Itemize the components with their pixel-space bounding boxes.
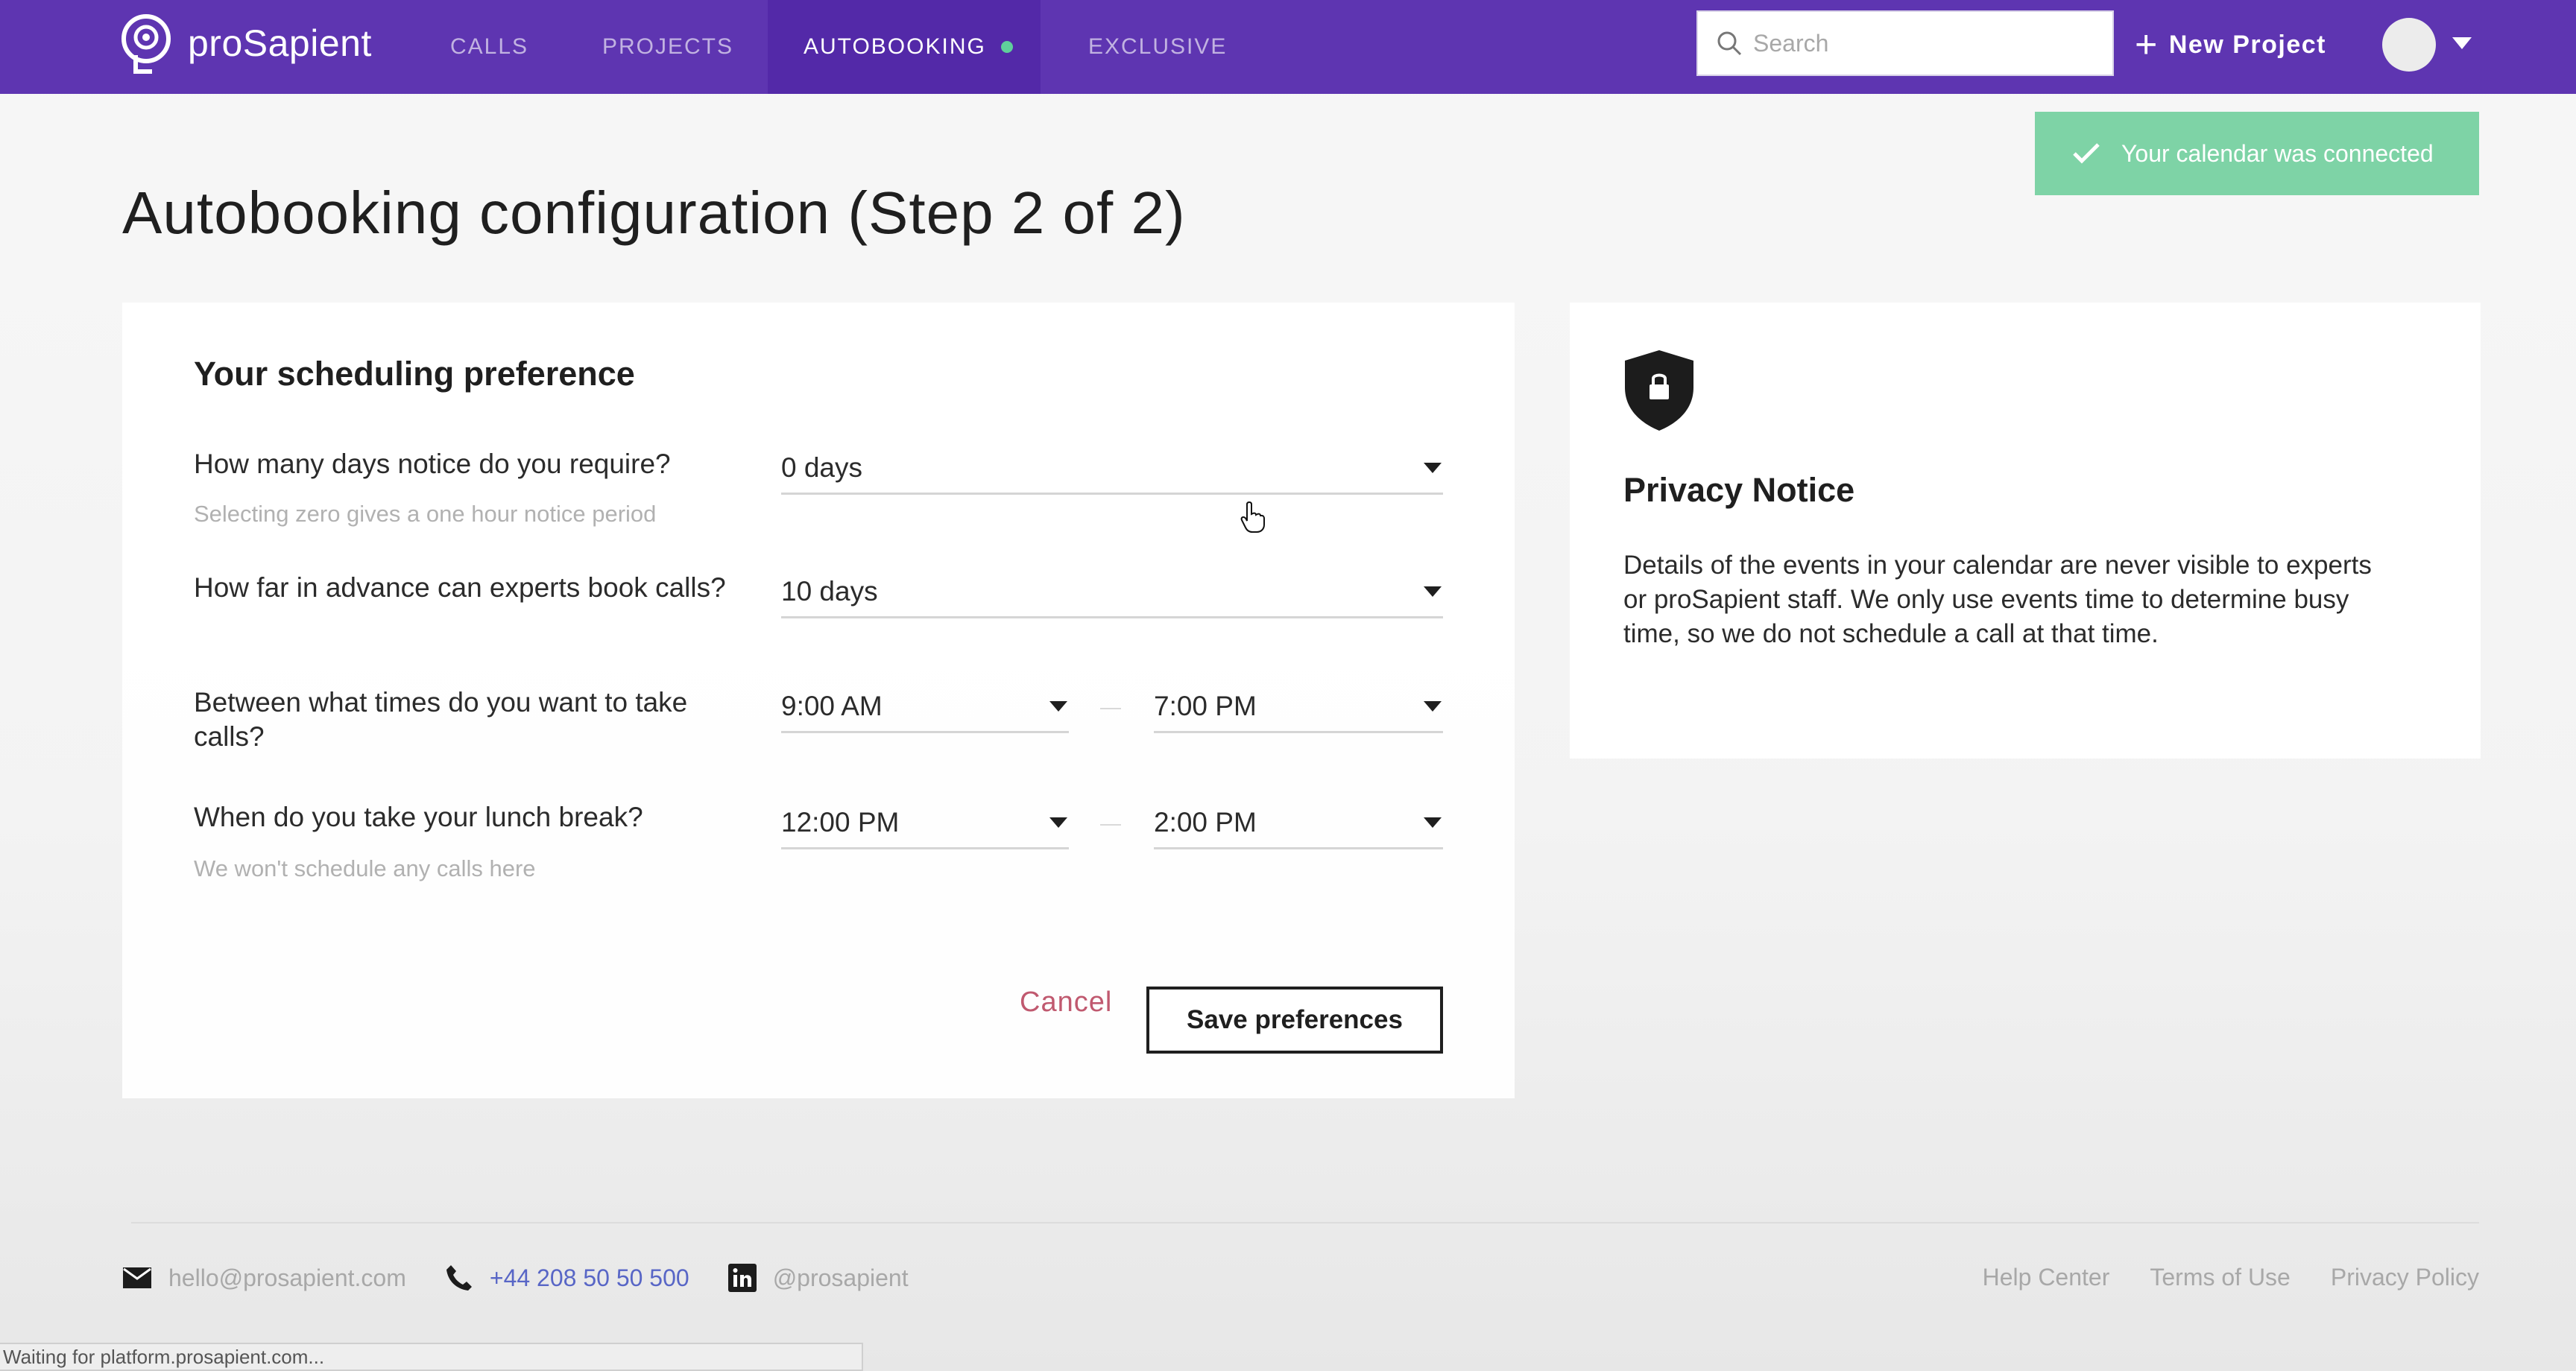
search-box[interactable] (1696, 10, 2114, 76)
notice-hint: Selecting zero gives a one hour notice p… (194, 501, 657, 527)
nav-tab-projects-label: PROJECTS (602, 34, 734, 59)
card-heading: Your scheduling preference (194, 355, 635, 393)
footer-divider (131, 1222, 2479, 1223)
notice-question: How many days notice do you require? (194, 449, 671, 479)
footer-email-text: hello@prosapient.com (168, 1264, 406, 1291)
footer-email[interactable]: hello@prosapient.com (122, 1264, 406, 1292)
brand-name: proSapient (188, 22, 372, 64)
active-indicator-dot (1000, 41, 1013, 53)
range-separator (1100, 708, 1121, 709)
call-end-time-value: 7:00 PM (1154, 690, 1257, 721)
top-navigation-bar: proSapient CALLS PROJECTS AUTOBOOKING EX… (0, 0, 2576, 94)
footer-linkedin[interactable]: @prosapient (727, 1264, 909, 1292)
nav-tab-projects[interactable]: PROJECTS (583, 0, 753, 94)
footer-link-help-center[interactable]: Help Center (1983, 1264, 2110, 1291)
footer-link-terms-of-use[interactable]: Terms of Use (2150, 1264, 2290, 1291)
call-end-time-select[interactable]: 7:00 PM (1154, 681, 1443, 733)
nav-tab-calls-label: CALLS (450, 34, 529, 59)
lunch-hint: We won't schedule any calls here (194, 855, 536, 881)
footer-linkedin-text: @prosapient (772, 1264, 909, 1291)
notice-days-select[interactable]: 0 days (781, 443, 1443, 495)
footer-contacts: hello@prosapient.com +44 208 50 50 500 @… (122, 1264, 947, 1292)
advance-days-value: 10 days (781, 575, 878, 607)
new-project-button[interactable]: + New Project (2135, 22, 2326, 67)
envelope-icon (123, 1267, 151, 1288)
nav-tab-autobooking[interactable]: AUTOBOOKING (768, 0, 1041, 94)
footer-phone-text: +44 208 50 50 500 (489, 1264, 689, 1291)
plus-icon: + (2135, 23, 2159, 66)
phone-icon (446, 1265, 472, 1291)
advance-question: How far in advance can experts book call… (194, 572, 726, 603)
footer-links: Help Center Terms of Use Privacy Policy (1942, 1264, 2479, 1291)
dropdown-caret-icon (1424, 700, 1442, 712)
dropdown-caret-icon (1424, 586, 1442, 597)
cancel-button[interactable]: Cancel (1020, 987, 1112, 1019)
search-icon (1717, 31, 1742, 56)
footer-phone[interactable]: +44 208 50 50 500 (445, 1264, 689, 1292)
success-toast: Your calendar was connected (2035, 112, 2479, 195)
footer-link-privacy-policy[interactable]: Privacy Policy (2331, 1264, 2479, 1291)
nav-tab-exclusive[interactable]: EXCLUSIVE (1069, 0, 1246, 94)
linkedin-icon (727, 1264, 757, 1292)
dropdown-caret-icon (1424, 462, 1442, 473)
dropdown-caret-icon (1424, 817, 1442, 828)
privacy-notice-card: Privacy Notice Details of the events in … (1570, 303, 2481, 759)
call-start-time-value: 9:00 AM (781, 690, 883, 721)
dropdown-caret-icon (1049, 817, 1067, 828)
chevron-down-icon[interactable] (2452, 37, 2472, 49)
brand-logo-icon (121, 14, 171, 74)
call-times-question: Between what times do you want to take c… (194, 687, 688, 752)
range-separator (1100, 824, 1121, 826)
lunch-question: When do you take your lunch break? (194, 802, 643, 832)
lunch-end-time-value: 2:00 PM (1154, 806, 1257, 838)
privacy-text: Details of the events in your calendar a… (1623, 551, 2372, 648)
user-avatar[interactable] (2382, 18, 2436, 72)
scheduling-preference-card: Your scheduling preference How many days… (122, 303, 1515, 1098)
call-start-time-select[interactable]: 9:00 AM (781, 681, 1069, 733)
search-input[interactable] (1753, 29, 2081, 57)
lunch-end-time-select[interactable]: 2:00 PM (1154, 797, 1443, 849)
page-title: Autobooking configuration (Step 2 of 2) (122, 180, 1186, 246)
brand[interactable]: proSapient (119, 12, 372, 75)
browser-status-bar: Waiting for platform.prosapient.com... (0, 1343, 863, 1371)
privacy-title: Privacy Notice (1623, 471, 1855, 509)
lunch-start-time-value: 12:00 PM (781, 806, 900, 838)
new-project-label: New Project (2168, 30, 2326, 59)
nav-tab-exclusive-label: EXCLUSIVE (1088, 34, 1228, 59)
toast-message: Your calendar was connected (2121, 139, 2434, 167)
hand-cursor-icon (1240, 501, 1265, 533)
lunch-start-time-select[interactable]: 12:00 PM (781, 797, 1069, 849)
nav-tab-calls[interactable]: CALLS (431, 0, 548, 94)
advance-days-select[interactable]: 10 days (781, 566, 1443, 618)
shield-lock-icon (1625, 350, 1693, 431)
dropdown-caret-icon (1049, 700, 1067, 712)
nav-tab-autobooking-label: AUTOBOOKING (804, 34, 986, 59)
checkmark-icon (2073, 143, 2100, 164)
save-preferences-button[interactable]: Save preferences (1146, 987, 1443, 1054)
notice-days-value: 0 days (781, 452, 863, 483)
